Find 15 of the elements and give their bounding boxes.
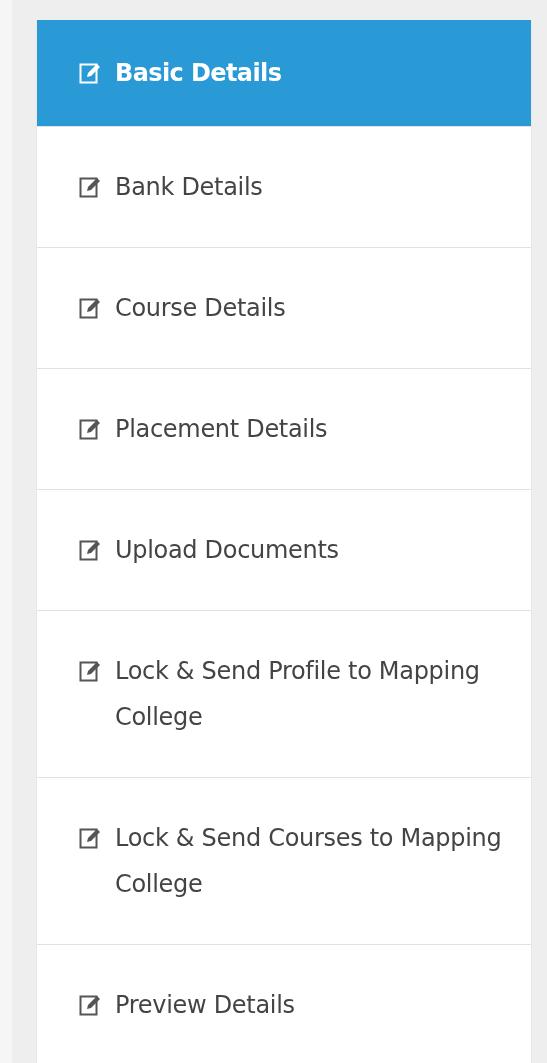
menu-item[interactable]: Bank Details bbox=[37, 127, 531, 248]
menu-item[interactable]: Lock & Send Profile to Mapping College bbox=[37, 611, 531, 778]
menu-item[interactable]: Course Details bbox=[37, 248, 531, 369]
edit-icon bbox=[79, 418, 101, 440]
menu-item[interactable]: Preview Details bbox=[37, 945, 531, 1063]
edit-icon bbox=[79, 176, 101, 198]
edit-icon bbox=[79, 994, 101, 1016]
edit-icon bbox=[79, 827, 101, 849]
edit-icon bbox=[79, 660, 101, 682]
menu-item[interactable]: Lock & Send Courses to Mapping College bbox=[37, 778, 531, 945]
menu-item[interactable]: Upload Documents bbox=[37, 490, 531, 611]
menu-item[interactable]: Placement Details bbox=[37, 369, 531, 490]
edit-icon bbox=[79, 62, 101, 84]
edit-icon bbox=[79, 539, 101, 561]
edit-icon bbox=[79, 297, 101, 319]
